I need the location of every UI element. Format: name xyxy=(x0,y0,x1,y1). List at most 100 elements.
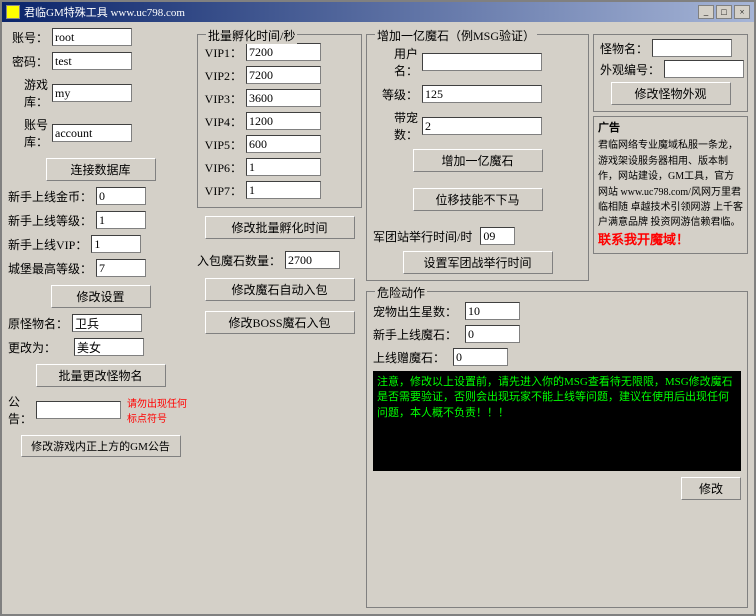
modify-hatch-button[interactable]: 修改批量孵化时间 xyxy=(205,216,355,239)
password-row: 密码： xyxy=(8,52,193,70)
vip1-input[interactable] xyxy=(246,43,321,61)
main-content: 账号： 密码： 游戏库： 账号库： 连接数据库 新手上线金币： xyxy=(2,22,754,614)
ad-title: 广告 xyxy=(598,121,743,136)
window-controls: _ □ × xyxy=(698,5,750,19)
main-window: 君临GM特殊工具 www.uc798.com _ □ × 账号： 密码： 游戏库… xyxy=(0,0,756,616)
announcement-input[interactable] xyxy=(36,401,121,419)
new-vip-input[interactable] xyxy=(91,235,141,253)
online-gift-label: 上线赠魔石： xyxy=(373,349,445,366)
max-level-row: 城堡最高等级： xyxy=(8,259,193,277)
mostone-level-row: 等级： xyxy=(373,85,582,103)
top-right-area: 增加一亿魔石（例MSG验证） 用户名： 等级： 带宠数： xyxy=(366,28,748,281)
birth-star-row: 宠物出生星数： xyxy=(373,302,741,320)
mostone-group: 增加一亿魔石（例MSG验证） 用户名： 等级： 带宠数： xyxy=(366,34,589,281)
vip6-label: VIP6： xyxy=(204,159,242,176)
new-magic-row: 新手上线魔石： xyxy=(373,325,741,343)
accountdb-row: 账号库： xyxy=(8,116,193,150)
online-gift-input[interactable] xyxy=(453,348,508,366)
mostone-username-row: 用户名： xyxy=(373,45,582,79)
close-button[interactable]: × xyxy=(734,5,750,19)
magic-stone-input[interactable] xyxy=(285,251,340,269)
mostone-carry-input[interactable] xyxy=(422,117,542,135)
pet-monster-name-input[interactable] xyxy=(652,39,732,57)
pet-monster-name-row: 怪物名： xyxy=(600,39,741,57)
danger-group-title: 危险动作 xyxy=(375,284,427,301)
pet-external-code-row: 外观编号： xyxy=(600,60,741,78)
vip2-row: VIP2： xyxy=(204,66,355,84)
army-btn[interactable]: 设置军团战举行时间 xyxy=(403,251,553,274)
pet-external-code-input[interactable] xyxy=(664,60,744,78)
ad-content: 君临网络专业魔域私服一条龙，游戏架设服务器相用、版本制作，网站建设，GM工具，官… xyxy=(598,140,743,228)
minimize-button[interactable]: _ xyxy=(698,5,714,19)
bottom-right-area: 危险动作 宠物出生星数： 新手上线魔石： 上线赠魔石： xyxy=(366,285,748,608)
vip2-input[interactable] xyxy=(246,66,321,84)
modify-setting-button[interactable]: 修改设置 xyxy=(51,285,151,308)
new-gold-row: 新手上线金币： xyxy=(8,187,193,205)
original-monster-input[interactable] xyxy=(72,314,142,332)
new-level-row: 新手上线等级： xyxy=(8,211,193,229)
ad-link[interactable]: 联系我开魔域！ xyxy=(598,232,689,247)
magic-stone-label: 入包魔石数量： xyxy=(197,252,281,269)
password-input[interactable] xyxy=(52,52,132,70)
warning-box: 注意，修改以上设置前，请先进入你的MSG查看待无限限，MSG修改魔石是否需要验证… xyxy=(373,371,741,471)
vip1-label: VIP1： xyxy=(204,44,242,61)
vip7-row: VIP7： xyxy=(204,181,355,199)
change-to-label: 更改为： xyxy=(8,339,56,356)
new-level-input[interactable] xyxy=(96,211,146,229)
vip7-label: VIP7： xyxy=(204,182,242,199)
title-section: 君临GM特殊工具 www.uc798.com xyxy=(6,4,185,20)
password-label: 密码： xyxy=(8,53,48,70)
maximize-button[interactable]: □ xyxy=(716,5,732,19)
move-skill-button[interactable]: 位移技能不下马 xyxy=(413,188,543,211)
account-row: 账号： xyxy=(8,28,193,46)
vip7-input[interactable] xyxy=(246,181,321,199)
mostone-carry-row: 带宠数： xyxy=(373,109,582,143)
new-level-label: 新手上线等级： xyxy=(8,212,92,229)
mostone-username-label: 用户名： xyxy=(373,45,418,79)
announcement-label: 公告： xyxy=(8,393,32,427)
birth-star-input[interactable] xyxy=(465,302,520,320)
magic-stone-count-row: 入包魔石数量： xyxy=(197,251,362,269)
gamedb-input[interactable] xyxy=(52,84,132,102)
vip6-input[interactable] xyxy=(246,158,321,176)
vip4-row: VIP4： xyxy=(204,112,355,130)
vip3-input[interactable] xyxy=(246,89,321,107)
max-level-input[interactable] xyxy=(96,259,146,277)
modify-boss-magic-button[interactable]: 修改BOSS魔石入包 xyxy=(205,311,355,334)
mostone-level-input[interactable] xyxy=(422,85,542,103)
connect-db-button[interactable]: 连接数据库 xyxy=(46,158,156,181)
online-gift-row: 上线赠魔石： xyxy=(373,348,741,366)
army-time-input[interactable] xyxy=(480,227,515,245)
original-monster-row: 原怪物名： xyxy=(8,314,193,332)
danger-group: 危险动作 宠物出生星数： 新手上线魔石： 上线赠魔石： xyxy=(366,291,748,608)
change-to-row: 更改为： xyxy=(8,338,193,356)
modify-external-button[interactable]: 修改怪物外观 xyxy=(611,82,731,105)
batch-change-monster-button[interactable]: 批量更改怪物名 xyxy=(36,364,166,387)
vip5-input[interactable] xyxy=(246,135,321,153)
add-mostone-button[interactable]: 增加一亿魔石 xyxy=(413,149,543,172)
accountdb-label: 账号库： xyxy=(8,116,48,150)
window-title: 君临GM特殊工具 www.uc798.com xyxy=(24,4,185,20)
modify-danger-button[interactable]: 修改 xyxy=(681,477,741,500)
mostone-level-label: 等级： xyxy=(373,86,418,103)
vip5-label: VIP5： xyxy=(204,136,242,153)
new-vip-row: 新手上线VIP： xyxy=(8,235,193,253)
change-to-input[interactable] xyxy=(74,338,144,356)
account-input[interactable] xyxy=(52,28,132,46)
army-time-row: 军团站举行时间/时 xyxy=(373,227,582,245)
new-magic-input[interactable] xyxy=(465,325,520,343)
mostone-username-input[interactable] xyxy=(422,53,542,71)
middle-panel: 批量孵化时间/秒 VIP1： VIP2： VIP3： xyxy=(197,28,362,608)
modify-announcement-button[interactable]: 修改游戏内正上方的GM公告 xyxy=(21,435,181,457)
announcement-hint: 请勿出现任何标点符号 xyxy=(127,395,193,425)
mostone-group-title: 增加一亿魔石（例MSG验证） xyxy=(375,27,537,44)
right-panel: 增加一亿魔石（例MSG验证） 用户名： 等级： 带宠数： xyxy=(366,28,748,608)
new-gold-input[interactable] xyxy=(96,187,146,205)
vip4-input[interactable] xyxy=(246,112,321,130)
accountdb-input[interactable] xyxy=(52,124,132,142)
modify-magic-auto-button[interactable]: 修改魔石自动入包 xyxy=(205,278,355,301)
vip2-label: VIP2： xyxy=(204,67,242,84)
original-monster-label: 原怪物名： xyxy=(8,315,68,332)
mostone-carry-label: 带宠数： xyxy=(373,109,418,143)
ad-box: 广告 君临网络专业魔域私服一条龙，游戏架设服务器相用、版本制作，网站建设，GM工… xyxy=(593,116,748,254)
